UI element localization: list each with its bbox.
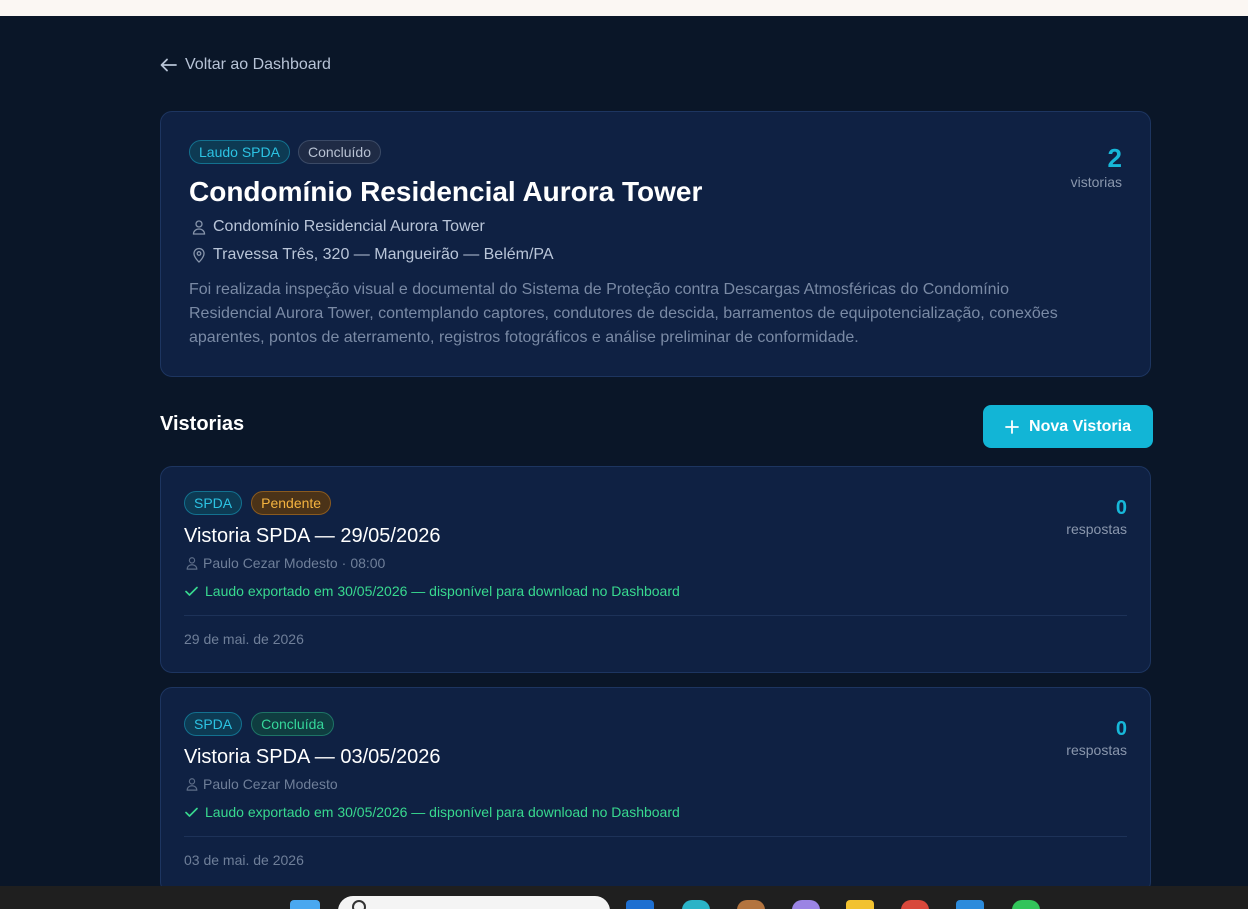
report-client-row: Condomínio Residencial Aurora Tower (191, 218, 485, 236)
new-inspection-button[interactable]: Nova Vistoria (983, 405, 1153, 448)
report-status-badge: Concluído (297, 140, 381, 164)
responses-count-label: respostas (1066, 521, 1127, 537)
inspection-export-note: Laudo exportado em 30/05/2026 — disponív… (185, 804, 680, 820)
outlook-icon[interactable] (626, 900, 654, 909)
inspection-meta: Paulo Cezar Modesto (185, 776, 338, 792)
export-note-text: Laudo exportado em 30/05/2026 — disponív… (205, 583, 680, 599)
file-explorer-icon[interactable] (846, 900, 874, 909)
inspection-card[interactable]: SPDA Concluída Vistoria SPDA — 03/05/202… (160, 687, 1151, 894)
edge-icon[interactable] (682, 900, 710, 909)
vscode-icon[interactable] (956, 900, 984, 909)
inspection-status-badge: Pendente (251, 491, 332, 515)
windows-start-icon[interactable] (290, 900, 320, 909)
inspection-date: 03 de mai. de 2026 (184, 852, 304, 868)
responses-count: 0 respostas (1066, 495, 1127, 537)
card-divider (184, 615, 1127, 616)
inspection-count-number: 2 (1107, 143, 1122, 173)
arrow-left-icon (160, 58, 177, 72)
check-icon (185, 807, 198, 817)
new-inspection-label: Nova Vistoria (1029, 417, 1131, 435)
inspection-title: Vistoria SPDA — 29/05/2026 (184, 525, 441, 547)
inspection-card[interactable]: SPDA Pendente Vistoria SPDA — 29/05/2026… (160, 466, 1151, 673)
meta-separator: · (341, 555, 347, 571)
taskbar (0, 886, 1248, 909)
user-icon (186, 557, 198, 570)
report-client: Condomínio Residencial Aurora Tower (213, 218, 485, 235)
inspection-meta: Paulo Cezar Modesto · 08:00 (185, 555, 385, 571)
report-description: Foi realizada inspeção visual e document… (189, 281, 1058, 346)
browser-top-strip (0, 0, 1248, 16)
report-address: Travessa Três, 320 — Mangueirão — Belém/… (213, 246, 554, 263)
inspection-title: Vistoria SPDA — 03/05/2026 (184, 746, 441, 768)
report-address-row: Travessa Três, 320 — Mangueirão — Belém/… (191, 246, 554, 264)
plus-icon (1005, 419, 1019, 434)
back-to-dashboard-link[interactable]: Voltar ao Dashboard (160, 56, 331, 74)
responses-count: 0 respostas (1066, 716, 1127, 758)
check-icon (185, 586, 198, 596)
inspection-type-badge: SPDA (184, 712, 243, 736)
map-pin-icon (193, 247, 205, 263)
search-icon (352, 900, 366, 909)
responses-count-number: 0 (1115, 718, 1127, 740)
responses-count-label: respostas (1066, 742, 1127, 758)
responses-count-number: 0 (1115, 497, 1127, 519)
user-icon (192, 220, 206, 235)
whatsapp-icon[interactable] (1012, 900, 1040, 909)
user-icon (186, 778, 198, 791)
chrome-icon[interactable] (901, 900, 929, 909)
inspection-inspector: Paulo Cezar Modesto (203, 776, 338, 792)
inspection-type-badge: SPDA (184, 491, 243, 515)
back-link-label: Voltar ao Dashboard (185, 56, 331, 73)
inspection-count: 2 vistorias (1071, 142, 1122, 190)
report-header-card: Laudo SPDA Concluído Condomínio Residenc… (160, 111, 1151, 377)
inspection-time: 08:00 (350, 555, 386, 571)
report-title: Condomínio Residencial Aurora Tower (189, 176, 703, 207)
app-icon[interactable] (737, 900, 765, 909)
inspections-section-title: Vistorias (160, 413, 245, 435)
inspection-status-badge: Concluída (251, 712, 335, 736)
report-badges: Laudo SPDA Concluído (189, 140, 381, 164)
inspection-badges: SPDA Pendente (184, 491, 332, 515)
export-note-text: Laudo exportado em 30/05/2026 — disponív… (205, 804, 680, 820)
taskbar-search-box[interactable] (338, 896, 610, 909)
inspection-count-label: vistorias (1070, 174, 1122, 190)
inspection-date: 29 de mai. de 2026 (184, 631, 304, 647)
copilot-icon[interactable] (792, 900, 820, 909)
report-type-badge: Laudo SPDA (189, 140, 290, 164)
inspection-inspector: Paulo Cezar Modesto (203, 555, 338, 571)
card-divider (184, 836, 1127, 837)
inspection-badges: SPDA Concluída (184, 712, 335, 736)
inspection-export-note: Laudo exportado em 30/05/2026 — disponív… (185, 583, 680, 599)
